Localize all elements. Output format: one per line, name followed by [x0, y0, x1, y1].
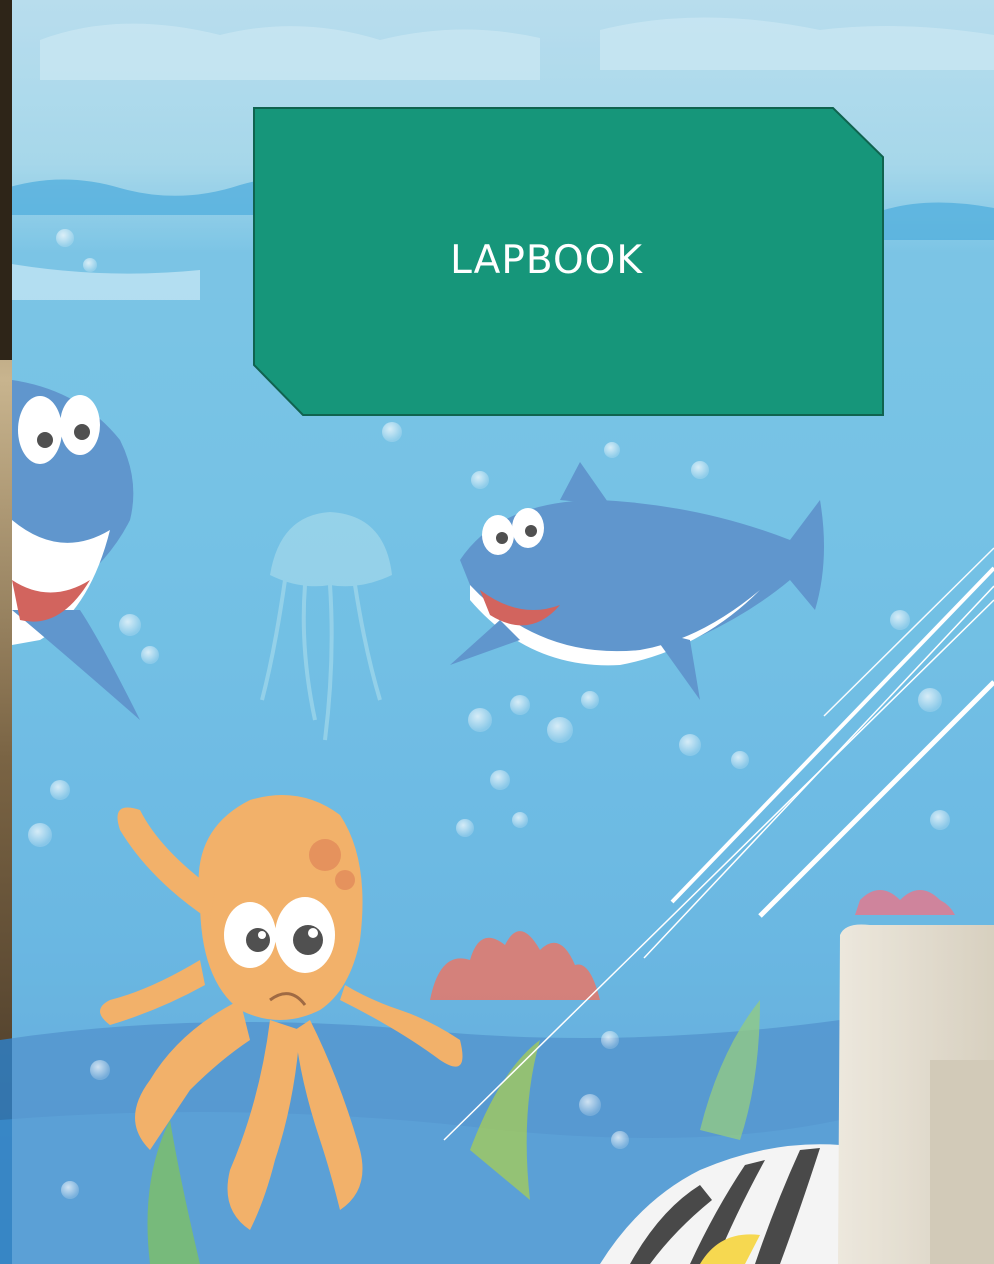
- title-box: LAPBOOK: [253, 107, 884, 416]
- slide: LAPBOOK: [0, 0, 994, 1264]
- slide-title[interactable]: LAPBOOK: [231, 108, 862, 417]
